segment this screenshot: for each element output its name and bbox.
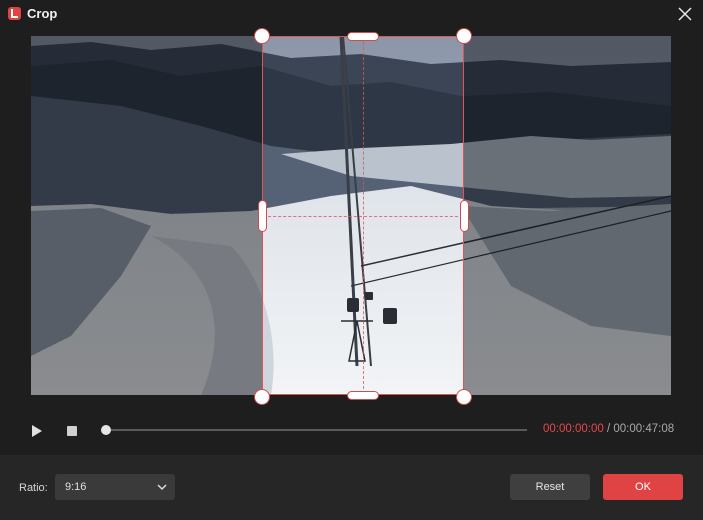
close-icon[interactable] — [676, 5, 694, 23]
crop-handle-bottom[interactable] — [347, 391, 379, 400]
crop-app-icon — [8, 7, 21, 20]
outside-crop-right — [464, 36, 671, 395]
crop-handle-top-left[interactable] — [254, 28, 270, 44]
crop-handle-top-right[interactable] — [456, 28, 472, 44]
title-bar: Crop — [0, 0, 703, 28]
crop-handle-bottom-left[interactable] — [254, 389, 270, 405]
time-display: 00:00:00:00 / 00:00:47:08 — [543, 423, 674, 435]
ratio-value: 9:16 — [65, 481, 87, 493]
video-preview — [31, 36, 671, 395]
reset-button[interactable]: Reset — [510, 474, 590, 500]
ratio-dropdown[interactable]: 9:16 — [55, 474, 175, 500]
outside-crop-left — [31, 36, 262, 395]
stop-icon[interactable] — [67, 426, 77, 436]
crop-handle-left[interactable] — [258, 200, 267, 232]
ok-button[interactable]: OK — [603, 474, 683, 500]
crop-handle-bottom-right[interactable] — [456, 389, 472, 405]
chevron-down-icon — [157, 484, 167, 491]
crop-guide-vertical — [363, 37, 364, 394]
play-icon[interactable] — [31, 424, 43, 438]
time-separator: / — [603, 423, 614, 435]
playback-controls: 00:00:00:00 / 00:00:47:08 — [0, 410, 703, 450]
progress-track[interactable] — [106, 429, 527, 431]
ratio-label: Ratio: — [19, 482, 48, 494]
total-time: 00:00:47:08 — [613, 423, 675, 435]
window-title: Crop — [27, 6, 58, 21]
crop-box[interactable] — [262, 36, 464, 395]
crop-handle-right[interactable] — [460, 200, 469, 232]
footer-bar: Ratio: 9:16 Reset OK — [0, 455, 703, 520]
current-time: 00:00:00:00 — [543, 423, 604, 435]
crop-handle-top[interactable] — [347, 32, 379, 41]
progress-thumb[interactable] — [101, 425, 111, 435]
